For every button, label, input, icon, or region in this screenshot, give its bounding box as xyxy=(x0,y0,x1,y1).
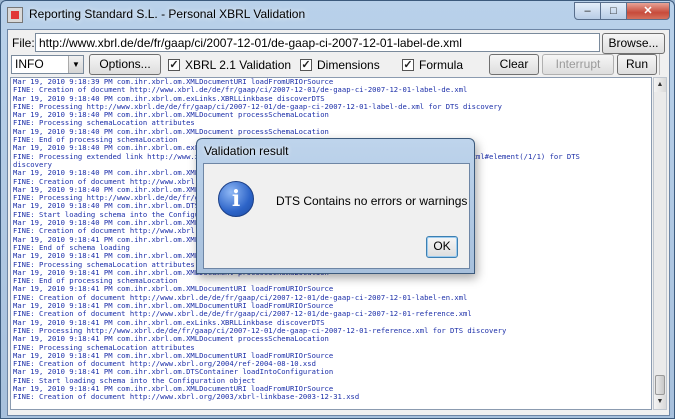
checkbox-checked-icon[interactable]: ✓ xyxy=(402,59,414,71)
log-level-value: INFO xyxy=(15,57,44,71)
scroll-up-icon[interactable]: ▲ xyxy=(654,78,666,92)
title-bar[interactable]: Reporting Standard S.L. - Personal XBRL … xyxy=(1,1,674,29)
log-level-select[interactable]: INFO ▼ xyxy=(11,55,84,74)
options-button[interactable]: Options... xyxy=(89,54,161,75)
scroll-down-icon[interactable]: ▼ xyxy=(654,395,666,409)
dialog-message: DTS Contains no errors or warnings xyxy=(276,194,468,208)
dialog-title: Validation result xyxy=(204,144,289,158)
xbrl-validation-checkbox[interactable]: ✓ XBRL 2.1 Validation xyxy=(168,58,291,72)
vertical-scrollbar[interactable]: ▲ ▼ xyxy=(653,77,667,410)
minimize-button[interactable]: – xyxy=(574,2,601,20)
run-button[interactable]: Run xyxy=(617,54,657,75)
formula-label: Formula xyxy=(419,58,464,72)
dialog-body: i DTS Contains no errors or warnings OK xyxy=(203,163,470,269)
formula-checkbox[interactable]: ✓ Formula xyxy=(402,58,463,72)
log-line: FINE: Creation of document http://www.xb… xyxy=(13,392,360,402)
dimensions-label: Dimensions xyxy=(317,58,380,72)
file-path-input[interactable] xyxy=(35,33,600,52)
dimensions-checkbox[interactable]: ✓ Dimensions xyxy=(300,58,380,72)
app-icon xyxy=(7,7,23,23)
dropdown-arrow-icon[interactable]: ▼ xyxy=(68,56,83,73)
validation-result-dialog: Validation result i DTS Contains no erro… xyxy=(196,138,475,274)
clear-button[interactable]: Clear xyxy=(489,54,539,75)
browse-button[interactable]: Browse... xyxy=(602,33,665,54)
window-title: Reporting Standard S.L. - Personal XBRL … xyxy=(29,7,306,21)
info-icon: i xyxy=(218,181,254,217)
file-label: File: xyxy=(12,36,35,50)
close-button[interactable]: ✕ xyxy=(626,2,670,20)
toolbar-grip xyxy=(659,54,668,75)
main-window: Reporting Standard S.L. - Personal XBRL … xyxy=(0,0,675,419)
xbrl-validation-label: XBRL 2.1 Validation xyxy=(185,58,292,72)
maximize-button[interactable]: □ xyxy=(600,2,627,20)
checkbox-checked-icon[interactable]: ✓ xyxy=(168,59,180,71)
scroll-thumb[interactable] xyxy=(655,375,665,395)
ok-button[interactable]: OK xyxy=(426,236,458,258)
interrupt-button: Interrupt xyxy=(542,54,614,75)
checkbox-checked-icon[interactable]: ✓ xyxy=(300,59,312,71)
